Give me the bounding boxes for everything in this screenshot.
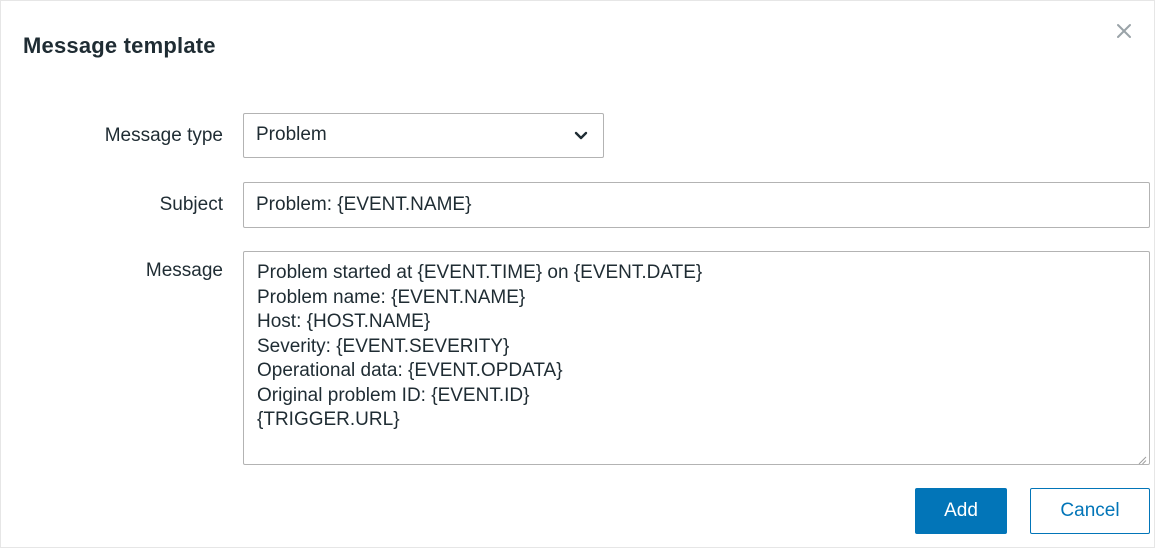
message-line: Problem name: {EVENT.NAME} <box>257 286 526 308</box>
resize-handle-icon[interactable] <box>1137 452 1147 465</box>
close-button[interactable] <box>1108 15 1140 47</box>
message-line: Problem started at {EVENT.TIME} on {EVEN… <box>257 262 703 283</box>
subject-value: Problem: {EVENT.NAME} <box>256 194 472 215</box>
message-template-dialog: Message template Message type Problem Su… <box>0 0 1155 548</box>
dialog-title: Message template <box>23 33 216 58</box>
message-label: Message <box>145 260 223 281</box>
message-type-value: Problem <box>256 124 327 145</box>
subject-label: Subject <box>159 194 223 215</box>
message-textarea[interactable]: Problem started at {EVENT.TIME} on {EVEN… <box>243 251 1150 465</box>
message-line: Severity: {EVENT.SEVERITY} <box>257 335 510 357</box>
chevron-down-icon <box>573 129 589 147</box>
message-line: Original problem ID: {EVENT.ID} <box>257 384 530 406</box>
message-line: Host: {HOST.NAME} <box>257 311 431 332</box>
message-type-label: Message type <box>104 125 223 146</box>
close-icon <box>1108 15 1140 47</box>
message-lines: Problem started at {EVENT.TIME} on {EVEN… <box>257 261 702 433</box>
subject-input[interactable]: Problem: {EVENT.NAME} <box>243 182 1150 228</box>
message-type-select[interactable]: Problem <box>243 113 604 158</box>
add-button[interactable]: Add <box>915 488 1007 534</box>
message-line: Operational data: {EVENT.OPDATA} <box>257 360 563 381</box>
cancel-button[interactable]: Cancel <box>1030 488 1150 534</box>
message-line: {TRIGGER.URL} <box>257 409 400 430</box>
